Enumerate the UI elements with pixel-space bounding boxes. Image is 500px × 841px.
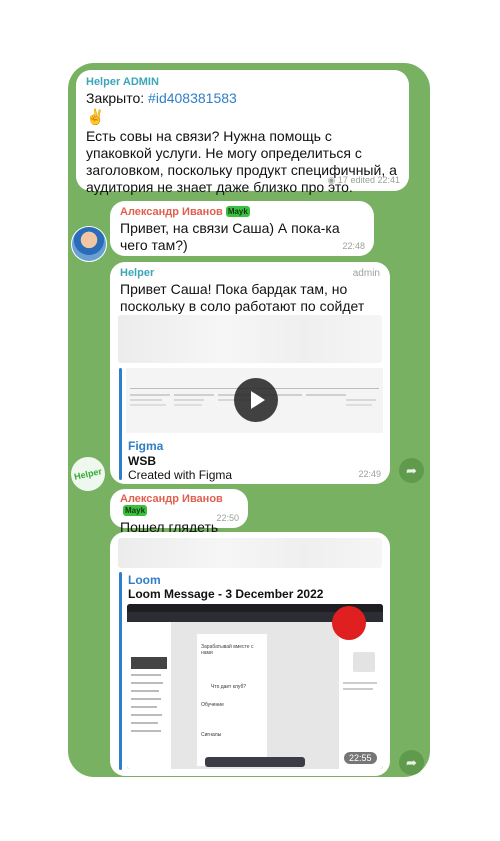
message-bubble-2[interactable]: Александр Иванов Mayk Привет, на связи Са… xyxy=(110,201,374,256)
message-time: 22:49 xyxy=(358,469,381,479)
link-site-name[interactable]: Loom xyxy=(128,573,161,587)
message-meta: ◉ 17 edited 22:41 xyxy=(328,175,400,186)
views-count: 17 xyxy=(337,175,348,185)
sender-badge: Mayk xyxy=(225,206,250,217)
emoji: ✌️ xyxy=(86,109,105,126)
sender-badge: Mayk xyxy=(123,505,148,516)
loom-heading: Зарабатывай вместе с нами xyxy=(201,644,254,656)
link-title[interactable]: WSB xyxy=(128,454,156,468)
link-site-name[interactable]: Figma xyxy=(128,439,163,453)
closed-label: Закрыто: xyxy=(86,90,149,106)
link-preview-blurred-text xyxy=(118,538,382,568)
forward-arrow-icon[interactable]: ➦ xyxy=(399,750,424,775)
sender-name[interactable]: Александр ИвановMayk xyxy=(120,206,364,218)
loom-question: Что дает клуб? xyxy=(211,684,247,690)
sender-name-text: Александр Иванов xyxy=(120,493,223,505)
link-title[interactable]: Loom Message - 3 December 2022 xyxy=(128,587,323,601)
message-text: Закрыто: #id408381583 xyxy=(86,90,399,107)
user-avatar[interactable] xyxy=(71,226,107,262)
sender-name-text: Александр Иванов xyxy=(120,206,223,218)
message-bubble-4[interactable]: Александр ИвановMayk Пошел глядеть 22:50 xyxy=(110,489,248,535)
link-preview-bar xyxy=(119,368,122,480)
link-preview-bar xyxy=(119,572,122,770)
loom-section-2: Сигналы xyxy=(201,732,222,738)
hashtag-link[interactable]: #id408381583 xyxy=(148,90,237,106)
message-time: 22:55 xyxy=(344,752,377,764)
play-icon[interactable] xyxy=(234,378,278,422)
message-time: 22:50 xyxy=(216,513,239,523)
forward-arrow-icon[interactable]: ➦ xyxy=(399,458,424,483)
link-description: Created with Figma xyxy=(128,468,233,482)
loom-section-1: Обучение xyxy=(201,702,224,708)
loom-video-thumbnail[interactable]: Зарабатывай вместе с нами Что дает клуб?… xyxy=(127,604,383,769)
eye-icon: ◉ xyxy=(327,175,336,185)
message-body: Привет Саша! Пока бардак там, но посколь… xyxy=(120,281,365,314)
sender-name[interactable]: Helper xyxy=(120,267,380,279)
message-time: 22:48 xyxy=(342,241,365,251)
link-preview-blurred-text xyxy=(118,315,382,363)
message-text: Привет, на связи Саша) А пока-ка чего та… xyxy=(120,220,340,253)
sender-name[interactable]: Helper ADMIN xyxy=(86,76,399,88)
message-bubble-1[interactable]: Helper ADMIN Закрыто: #id408381583 ✌️ Ес… xyxy=(76,70,409,195)
admin-role: admin xyxy=(352,268,380,279)
edited-time: edited 22:41 xyxy=(350,175,400,185)
